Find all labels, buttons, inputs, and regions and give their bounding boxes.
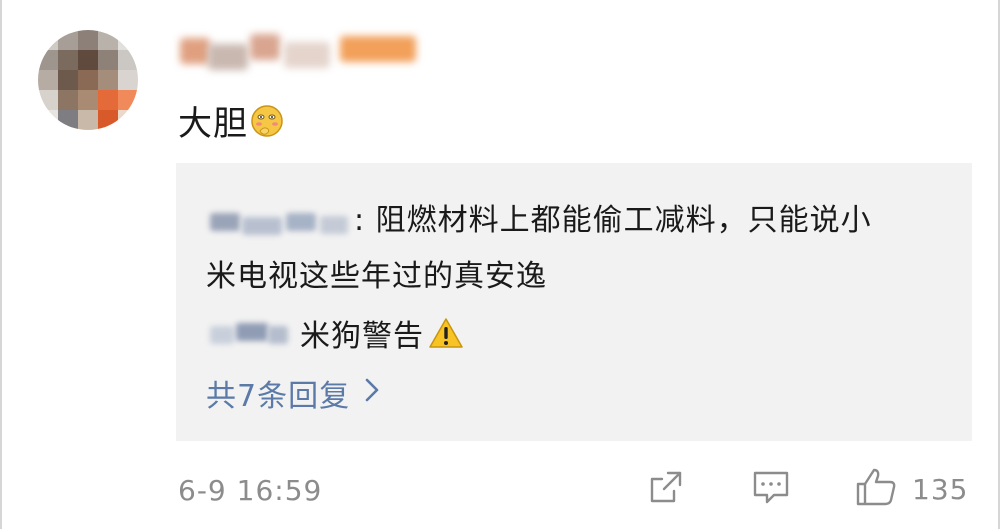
comment-timestamp: 6-9 16:59 bbox=[178, 474, 323, 507]
reply-preview-box[interactable]: : 阻燃材料上都能偷工减料，只能说小 米电视这些年过的真安逸 米狗警告 共7条回… bbox=[176, 163, 972, 441]
share-icon bbox=[646, 467, 686, 511]
reply-item-1: : 阻燃材料上都能偷工减料，只能说小 bbox=[206, 195, 872, 239]
comment-body: 大胆 bbox=[178, 104, 248, 144]
comment-text: 大胆 bbox=[178, 96, 284, 145]
username-blurred[interactable] bbox=[180, 34, 420, 70]
warning-emoji bbox=[428, 316, 464, 350]
view-all-replies-link[interactable]: 共7条回复 bbox=[206, 371, 380, 415]
like-count: 135 bbox=[912, 472, 969, 506]
reply-item-1-cont: 米电视这些年过的真安逸 bbox=[206, 251, 547, 295]
reply-username-blurred[interactable] bbox=[206, 207, 354, 237]
reply-button[interactable] bbox=[750, 468, 792, 510]
avatar[interactable] bbox=[38, 30, 138, 130]
comment-icon bbox=[750, 467, 792, 511]
like-button[interactable]: 135 bbox=[854, 468, 968, 510]
reply-text-line1: : 阻燃材料上都能偷工减料，只能说小 bbox=[354, 203, 872, 238]
chevron-right-icon bbox=[364, 376, 380, 411]
reply-text-line2: 米电视这些年过的真安逸 bbox=[206, 259, 547, 294]
reply-item-2: 米狗警告 bbox=[206, 311, 464, 355]
comment-card: 大胆 : 阻燃材料上都能偷工减料，只能说小 米电视这些年过的真安逸 米狗警告 共… bbox=[0, 0, 1000, 529]
more-replies-label: 共7条回复 bbox=[206, 379, 351, 414]
reply-text-2: 米狗警告 bbox=[300, 319, 424, 354]
thumbs-up-icon bbox=[854, 466, 898, 512]
share-button[interactable] bbox=[646, 468, 686, 510]
reply-username-blurred[interactable] bbox=[206, 318, 292, 348]
shy-face-emoji bbox=[250, 104, 284, 138]
